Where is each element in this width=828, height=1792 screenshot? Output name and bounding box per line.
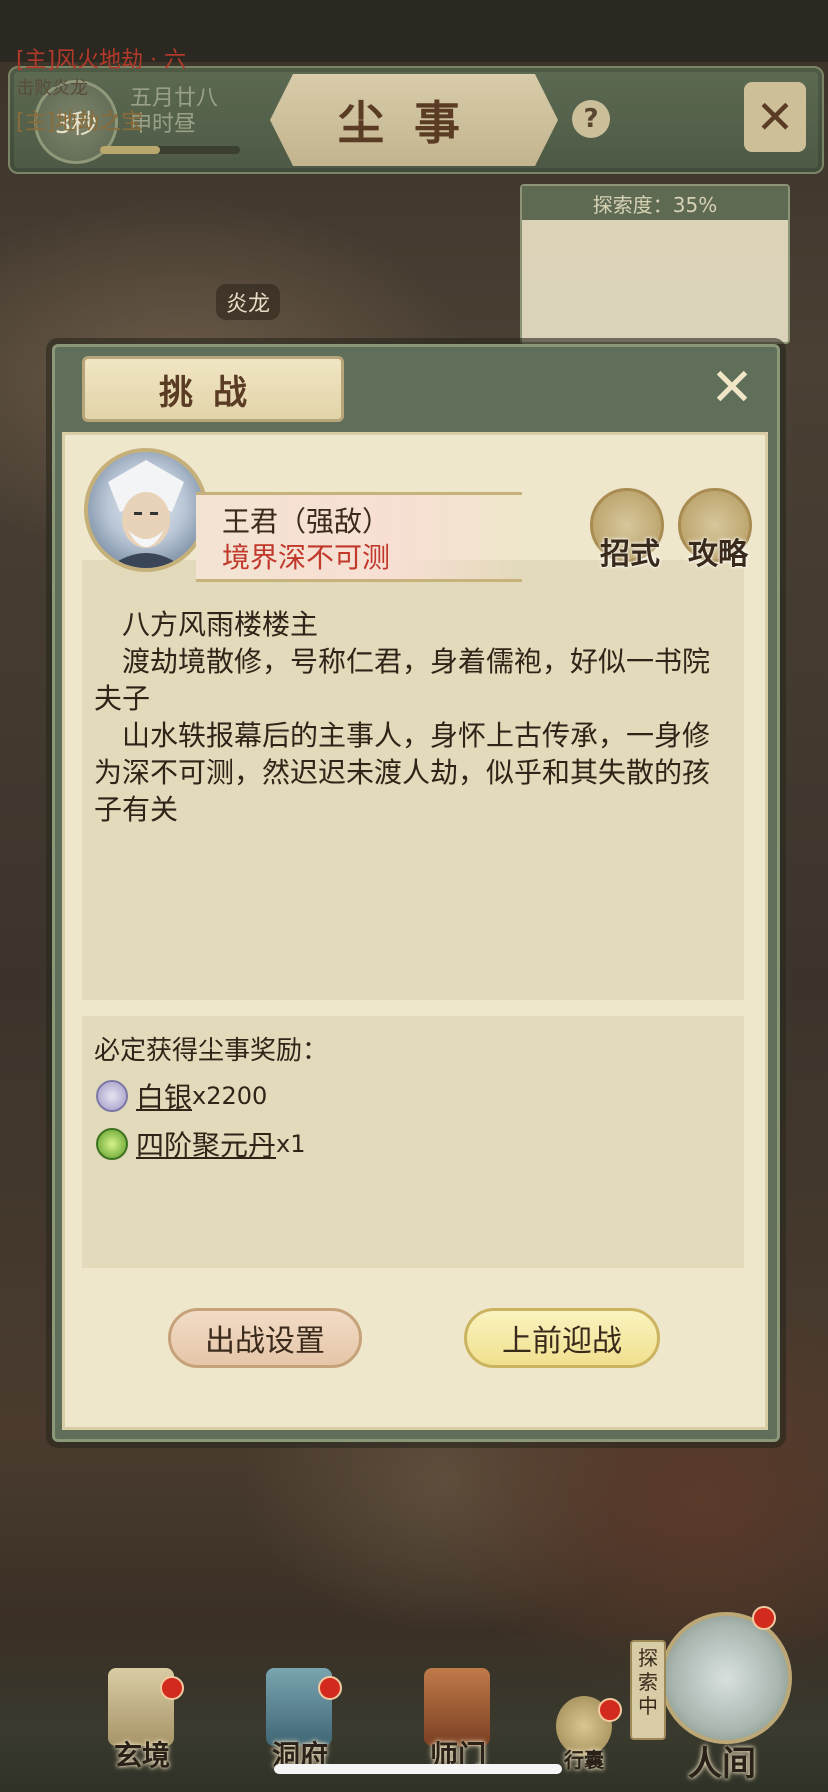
- skill-label: 招式: [600, 537, 660, 572]
- game-date: 五月廿八 申时昼: [130, 86, 218, 138]
- reward-name[interactable]: 白银: [136, 1076, 192, 1116]
- green-pill-icon: [96, 1128, 128, 1160]
- reward-name[interactable]: 四阶聚元丹: [136, 1124, 276, 1164]
- home-indicator[interactable]: [274, 1764, 562, 1774]
- quest-main-title[interactable]: [主]风火地劫 · 六: [16, 42, 186, 74]
- human-world-button[interactable]: [660, 1612, 792, 1744]
- help-icon[interactable]: ?: [572, 100, 610, 138]
- description-line: 渡劫境散修，号称仁君，身着儒袍，好似一书院夫子: [94, 645, 711, 715]
- reward-qty: x2200: [192, 1082, 268, 1110]
- dialog-close-icon[interactable]: ✕: [704, 360, 760, 416]
- guide-button[interactable]: 攻略: [678, 488, 752, 572]
- date-line1: 五月廿八: [130, 86, 219, 111]
- notification-dot: [752, 1606, 776, 1630]
- quest-panel[interactable]: 探索度：35%: [520, 184, 790, 344]
- quest-main-goal: 击败炎龙: [16, 78, 88, 99]
- skill-button[interactable]: 招式: [590, 488, 664, 572]
- date-line2: 申时昼: [130, 112, 197, 137]
- reward-item[interactable]: 四阶聚元丹 x1: [96, 1124, 306, 1164]
- close-icon[interactable]: ✕: [744, 82, 806, 152]
- page-title: 尘事: [270, 74, 558, 166]
- nav-xuanjing[interactable]: 玄境: [92, 1734, 192, 1774]
- reward-item[interactable]: 白银 x2200: [96, 1076, 267, 1116]
- boss-description: 八方风雨楼楼主 渡劫境散修，号称仁君，身着儒袍，好似一书院夫子 山水轶报幕后的主…: [94, 606, 734, 828]
- description-line: 山水轶报幕后的主事人，身怀上古传承，一身修为深不可测，然迟迟未渡人劫，似乎和其失…: [94, 719, 711, 826]
- map-label[interactable]: 炎龙: [216, 284, 281, 320]
- dialog-title: 挑战: [82, 356, 344, 422]
- reward-title: 必定获得尘事奖励：: [94, 1036, 329, 1066]
- reward-qty: x1: [276, 1130, 306, 1158]
- guide-label: 攻略: [688, 537, 748, 572]
- description-line: 八方风雨楼楼主: [122, 608, 319, 641]
- notification-dot: [160, 1676, 184, 1700]
- silver-coin-icon: [96, 1080, 128, 1112]
- explore-progress: 探索度：35%: [522, 186, 788, 220]
- notification-dot: [318, 1676, 342, 1700]
- boss-avatar: [84, 448, 208, 572]
- quest-second-title[interactable]: [主]地劫之宝: [16, 104, 143, 136]
- day-progress: [100, 146, 240, 154]
- notification-dot: [598, 1698, 622, 1722]
- battle-setup-button[interactable]: 出战设置: [168, 1308, 362, 1368]
- exploring-tag: 探索中: [630, 1640, 666, 1740]
- nav-human[interactable]: 人间: [672, 1736, 772, 1785]
- fight-button[interactable]: 上前迎战: [464, 1308, 660, 1368]
- boss-name: 王君（强敌）: [222, 505, 391, 538]
- boss-realm: 境界深不可测: [222, 541, 391, 574]
